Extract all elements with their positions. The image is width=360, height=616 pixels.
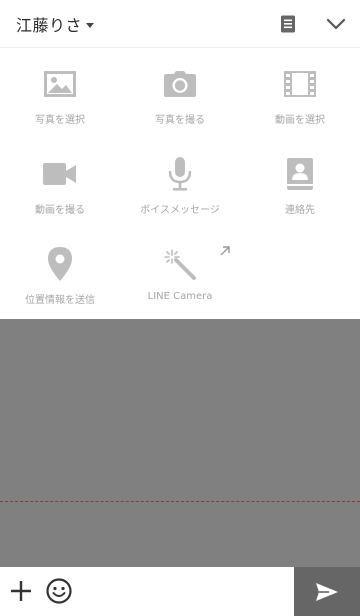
menu-item-label: 動画を撮る [35,205,85,216]
collapse-button[interactable] [320,8,352,40]
camera-icon [164,71,196,97]
chat-header: 江藤りさ [0,0,360,48]
smiley-icon [46,578,72,604]
external-link-arrow-icon [220,246,230,256]
attachment-menu: 写真を選択 写真を撮る 動画を選択 動画を撮る ボイスメッセージ 連絡先 位置情… [0,49,360,319]
contacts-item[interactable]: 連絡先 [240,139,360,229]
record-video-item[interactable]: 動画を撮る [0,139,120,229]
menu-item-label: ボイスメッセージ [140,205,220,216]
voice-message-item[interactable]: ボイスメッセージ [120,139,240,229]
select-video-item[interactable]: 動画を選択 [240,49,360,139]
plus-icon [11,581,31,601]
chevron-down-icon [326,18,346,30]
chat-name: 江藤りさ [16,16,83,35]
menu-item-label: 写真を撮る [155,115,205,126]
menu-item-label: 写真を選択 [35,115,85,126]
menu-item-label: 連絡先 [285,205,315,216]
image-icon [44,71,76,97]
menu-item-label: 位置情報を送信 [25,295,95,306]
send-icon [316,582,338,601]
location-pin-icon [48,247,72,281]
send-location-item[interactable]: 位置情報を送信 [0,229,120,319]
line-camera-item[interactable]: LINE Camera [120,229,240,319]
send-button[interactable] [294,567,360,616]
contacts-icon [287,158,313,190]
message-input[interactable] [80,575,288,607]
microphone-icon [168,157,192,191]
menu-item-label: LINE Camera [147,291,213,302]
video-camera-icon [43,163,76,185]
chat-title-dropdown[interactable]: 江藤りさ [16,13,95,35]
emoji-button[interactable] [45,577,73,605]
film-icon [284,71,316,97]
select-photo-item[interactable]: 写真を選択 [0,49,120,139]
magic-wand-icon [164,249,196,280]
note-button[interactable] [272,8,304,40]
menu-item-label: 動画を選択 [275,115,325,126]
message-input-bar [0,567,360,616]
take-photo-item[interactable]: 写真を撮る [120,49,240,139]
caret-down-icon [86,22,95,28]
add-button[interactable] [7,577,35,605]
unread-divider [0,501,360,502]
note-icon [281,15,295,33]
chat-message-area[interactable] [0,319,360,567]
